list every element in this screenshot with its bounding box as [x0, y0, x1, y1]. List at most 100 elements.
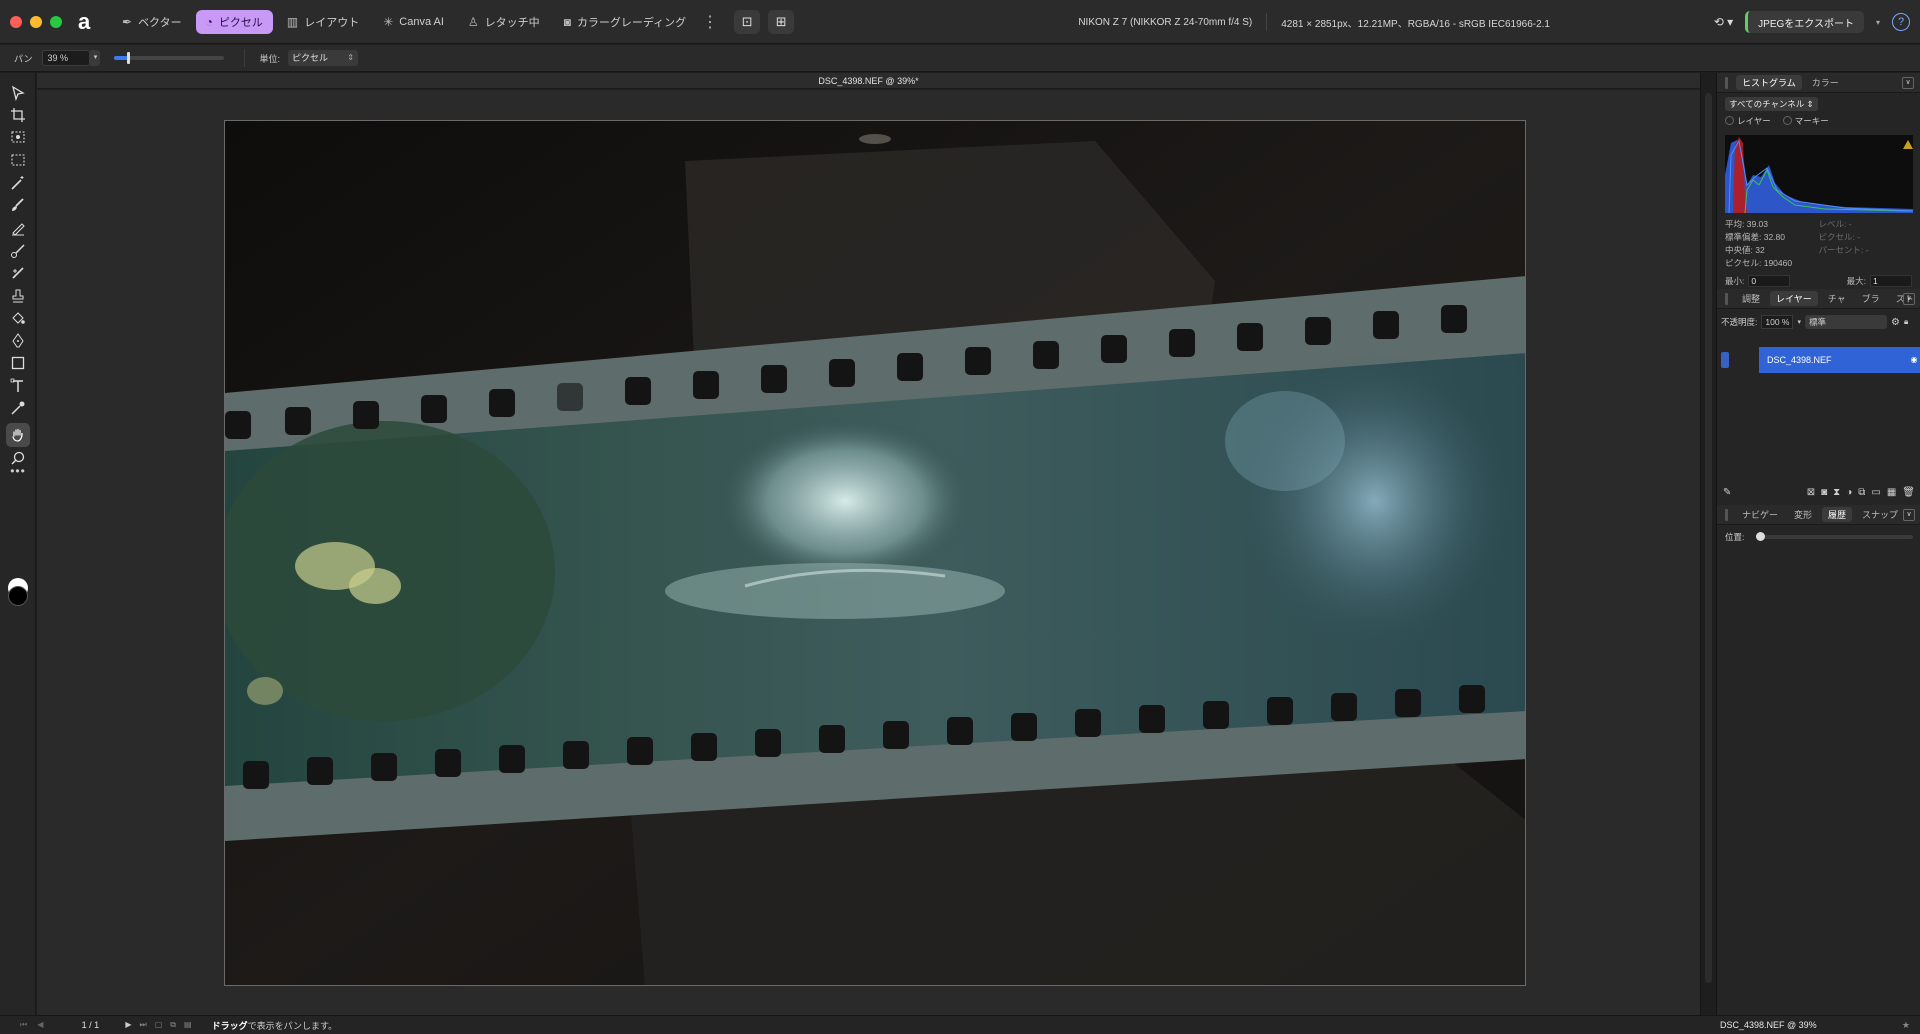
- crop-tool-icon[interactable]: [6, 103, 30, 127]
- clone-brush-icon[interactable]: [6, 239, 30, 263]
- first-page-icon[interactable]: ⏮: [20, 1020, 27, 1030]
- history-slider-knob[interactable]: [1756, 532, 1766, 541]
- more-tools-icon[interactable]: •••: [6, 464, 30, 478]
- min-label: 最小:: [1725, 276, 1745, 286]
- duplicate-icon[interactable]: ⧉: [1858, 487, 1865, 498]
- page-thumbnail-icon[interactable]: ▢: [155, 1020, 163, 1030]
- document-image[interactable]: [224, 120, 1526, 986]
- tab-layers[interactable]: レイヤー: [1770, 291, 1818, 306]
- star-icon[interactable]: ★: [1902, 1016, 1910, 1034]
- tab-transform[interactable]: 変形: [1788, 507, 1818, 522]
- tab-histogram[interactable]: ヒストグラム: [1736, 75, 1802, 90]
- eye-icon[interactable]: ◉: [1907, 347, 1920, 373]
- pixel-tool-icon[interactable]: [6, 216, 30, 240]
- stat-median: 中央値: 32: [1725, 245, 1765, 255]
- prev-page-icon[interactable]: ◀: [37, 1020, 43, 1030]
- page-indicator: 1 / 1: [81, 1020, 100, 1030]
- zoom-slider[interactable]: [114, 52, 225, 64]
- channel-select[interactable]: すべてのチャンネル ⇕: [1725, 97, 1818, 111]
- unit-select[interactable]: ピクセル: [287, 50, 358, 66]
- tab-brushes[interactable]: ブラ: [1856, 291, 1886, 306]
- magic-wand-icon[interactable]: [6, 171, 30, 195]
- last-page-icon[interactable]: ⏭: [140, 1020, 147, 1030]
- selection-brush-icon[interactable]: [6, 125, 30, 149]
- hourglass-icon[interactable]: ⧗: [1833, 487, 1840, 498]
- panels-grid-icon[interactable]: ⊞: [768, 9, 795, 34]
- min-input[interactable]: 0: [1748, 275, 1791, 287]
- trash-icon[interactable]: 🗑︎: [1902, 487, 1915, 498]
- layer-row[interactable]: DSC_4398.NEF ◉: [1717, 347, 1920, 373]
- zoom-window-button[interactable]: [50, 15, 62, 28]
- document-tab[interactable]: DSC_4398.NEF @ 39%*: [37, 73, 1700, 89]
- mask-icon[interactable]: ◙: [1821, 487, 1827, 498]
- color-swatches[interactable]: [6, 578, 30, 610]
- adjustment-icon[interactable]: ◑: [1846, 487, 1852, 498]
- lock-icon[interactable]: 🔒︎: [1904, 317, 1908, 327]
- context-toolbar-toggle-icon[interactable]: ⊡: [734, 9, 761, 34]
- mode-color-grading[interactable]: ◙ カラーグレーディング: [554, 10, 696, 34]
- tab-color[interactable]: カラー: [1806, 75, 1845, 90]
- minimize-window-button[interactable]: [30, 15, 42, 28]
- opacity-dropdown-chevron-icon[interactable]: ▾: [1797, 318, 1801, 326]
- document-view-icon[interactable]: ▤: [184, 1020, 192, 1030]
- zoom-slider-knob[interactable]: [127, 52, 131, 64]
- panel-grip-icon[interactable]: [1725, 508, 1728, 521]
- mode-canva-ai[interactable]: ✳ Canva AI: [373, 10, 454, 34]
- mode-retouch[interactable]: ♙ レタッチ中: [458, 10, 550, 34]
- tab-history[interactable]: 履歴: [1822, 507, 1853, 522]
- rectangle-tool-icon[interactable]: [6, 351, 30, 375]
- layer-effects-icon[interactable]: ⊠: [1807, 487, 1815, 498]
- more-options-icon[interactable]: ⋮: [702, 12, 718, 32]
- blend-mode-select[interactable]: 標準: [1805, 315, 1887, 329]
- export-jpeg-button[interactable]: JPEGをエクスポート: [1745, 11, 1864, 33]
- stamp-tool-icon[interactable]: [6, 284, 30, 308]
- history-icon[interactable]: ⟲ ▾: [1714, 15, 1733, 29]
- scrollbar-thumb[interactable]: [1705, 93, 1712, 983]
- hand-tool-icon[interactable]: [6, 423, 30, 447]
- camera-info: NIKON Z 7 (NIKKOR Z 24-70mm f/4 S): [1078, 16, 1253, 28]
- marquee-tool-icon[interactable]: [6, 148, 30, 172]
- edit-layer-icon[interactable]: ✎: [1723, 487, 1731, 498]
- healing-brush-icon[interactable]: [6, 261, 30, 285]
- panel-grip-icon[interactable]: [1725, 76, 1728, 89]
- mode-pixel[interactable]: ◔ ピクセル: [195, 9, 273, 34]
- collapse-chevron-icon[interactable]: ∨: [1903, 509, 1915, 521]
- zoom-dropdown-chevron-icon[interactable]: ▾: [90, 50, 101, 66]
- spread-view-icon[interactable]: ⧉: [170, 1020, 176, 1030]
- tab-snapping[interactable]: スナップ: [1856, 507, 1904, 522]
- panel-grip-icon[interactable]: [1725, 292, 1728, 305]
- affinity-logo-icon[interactable]: a: [78, 10, 100, 33]
- tab-adjustments[interactable]: 調整: [1736, 291, 1766, 306]
- next-page-icon[interactable]: ▶: [125, 1020, 131, 1030]
- radio-layer[interactable]: レイヤー: [1725, 115, 1771, 127]
- tab-navigator[interactable]: ナビゲー: [1736, 507, 1784, 522]
- paint-brush-icon[interactable]: [6, 193, 30, 217]
- radio-marquee[interactable]: マーキー: [1783, 115, 1829, 127]
- mode-layout[interactable]: ▥ レイアウト: [277, 10, 369, 34]
- folder-icon[interactable]: ▭: [1871, 487, 1880, 498]
- checkerboard-icon[interactable]: ▦: [1887, 487, 1896, 498]
- pen-tool-icon[interactable]: [6, 329, 30, 353]
- layer-name[interactable]: DSC_4398.NEF: [1759, 347, 1907, 373]
- document-info: NIKON Z 7 (NIKKOR Z 24-70mm f/4 S) 4281 …: [1078, 0, 1550, 44]
- foreground-color-swatch[interactable]: [8, 586, 28, 606]
- color-picker-icon[interactable]: [6, 396, 30, 420]
- help-icon[interactable]: ?: [1892, 13, 1910, 31]
- mode-vector[interactable]: ✒ ベクター: [112, 10, 192, 34]
- text-tool-icon[interactable]: [6, 374, 30, 398]
- fill-tool-icon[interactable]: [6, 306, 30, 330]
- max-input[interactable]: 1: [1870, 275, 1912, 287]
- collapse-chevron-icon[interactable]: ∨: [1903, 293, 1915, 305]
- vertical-scrollbar[interactable]: [1700, 73, 1716, 1015]
- stat-mean: 平均: 39.03: [1725, 219, 1768, 229]
- tab-channels[interactable]: チャ: [1822, 291, 1852, 306]
- opacity-field[interactable]: 100 %: [1761, 315, 1794, 329]
- layer-visibility-checkbox[interactable]: [1721, 352, 1729, 368]
- history-slider[interactable]: [1756, 532, 1913, 541]
- close-window-button[interactable]: [10, 15, 22, 28]
- layer-settings-gear-icon[interactable]: ⚙: [1891, 317, 1900, 328]
- export-dropdown-chevron-icon[interactable]: ▾: [1876, 18, 1880, 27]
- collapse-chevron-icon[interactable]: ∨: [1902, 77, 1914, 89]
- zoom-field[interactable]: 39 %: [42, 50, 91, 66]
- move-tool-icon[interactable]: [6, 81, 30, 105]
